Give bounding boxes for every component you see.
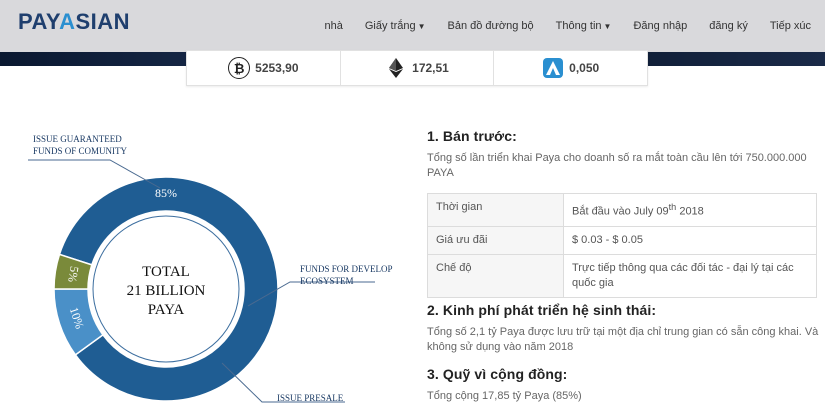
community-section: 3. Quỹ vì cộng đồng: Tổng cộng 17,85 tỷ … [427,366,819,404]
presale-title: 1. Bán trước: [427,128,517,144]
table-key: Giá ưu đãi [427,225,564,255]
community-desc: Tổng cộng 17,85 tỷ Paya (85%) [427,390,582,402]
btc-price: 5253,90 [255,61,299,75]
payasian-logo[interactable]: PAYASIAN [18,9,130,35]
nav-login-label: Đăng nhập [633,20,688,32]
nav-roadmap-label: Bản đồ đường bộ [447,20,534,32]
center-text-line3: PAYA [148,302,185,318]
ecosystem-title: 2. Kinh phí phát triển hệ sinh thái: [427,302,657,318]
caret-down-icon: ▼ [417,21,426,31]
presale-desc: Tổng số lần triển khai Paya cho doanh số… [427,152,807,179]
nav-login[interactable]: Đăng nhập [633,20,687,32]
label-ecosystem-line2: ECOSYSTEM [300,276,354,286]
nav-info-label: Thông tin [555,20,602,32]
table-key: Thời gian [427,193,564,227]
start-date-text: Bắt đầu vào July 09 [572,205,669,218]
ecosystem-desc: Tổng số 2,1 tỷ Paya được lưu trữ tại một… [427,326,819,353]
nav-roadmap[interactable]: Bản đồ đường bộ [448,20,534,32]
nav-contact-label: Tiếp xúc [769,20,811,32]
payasian-coin-icon [542,57,564,79]
table-row: Giá ưu đãi $ 0.03 - $ 0.05 [427,225,817,255]
ticker-btc: ₿ 5253,90 [187,51,341,85]
eth-price: 172,51 [412,61,449,75]
table-row: Thời gian Bắt đầu vào July 09th 2018 [427,193,817,227]
slice-community-label: 85% [155,186,177,200]
bitcoin-icon: ₿ [228,57,251,79]
nav-register[interactable]: đăng ký [709,20,748,32]
ticker-paya: 0,050 [494,51,647,85]
header: PAYASIAN nhà Giấy trắng ▼ Bản đồ đường bộ… [0,0,825,56]
token-distribution-chart: TOTAL 21 BILLION PAYA ISSUE GUARANTEED F… [0,120,400,413]
presale-table: Thời gian Bắt đầu vào July 09th 2018 Giá… [427,193,817,298]
community-title: 3. Quỹ vì cộng đồng: [427,366,568,382]
caret-down-icon: ▼ [603,21,612,31]
ecosystem-section: 2. Kinh phí phát triển hệ sinh thái: Tổn… [427,302,819,355]
ethereum-icon [385,57,407,79]
presale-section: 1. Bán trước: Tổng số lần triển khai Pay… [427,128,817,298]
nav-whitepaper-label: Giấy trắng [364,20,416,32]
paya-price: 0,050 [569,61,600,75]
nav-home[interactable]: nhà [324,20,342,32]
start-date-year: 2018 [676,205,704,218]
label-community-line2: FUNDS OF COMUNITY [33,146,128,156]
label-ecosystem-line1: FUNDS FOR DEVELOP [300,264,393,274]
logo-text-pay: PAY [18,9,60,34]
main-nav: nhà Giấy trắng ▼ Bản đồ đường bộ Thông ti… [302,0,811,52]
table-key: Chế độ [427,253,564,298]
center-text-line1: TOTAL [142,264,190,280]
price-ticker: ₿ 5253,90 172,51 0,050 [186,50,648,86]
nav-register-label: đăng ký [709,20,748,32]
table-value: $ 0.03 - $ 0.05 [563,225,817,255]
nav-contact[interactable]: Tiếp xúc [770,20,811,32]
table-value: Trực tiếp thông qua các đối tác - đại lý… [563,253,817,298]
slice-presale-label: 5% [65,265,81,283]
nav-info[interactable]: Thông tin ▼ [556,20,612,32]
label-presale: ISSUE PRESALE [277,393,344,403]
ticker-eth: 172,51 [341,51,495,85]
nav-whitepaper[interactable]: Giấy trắng ▼ [365,20,426,32]
center-text-line2: 21 BILLION [127,283,206,299]
nav-home-label: nhà [324,20,343,32]
logo-text-sian: SIAN [75,9,131,34]
logo-text-a: A [59,9,76,34]
table-value: Bắt đầu vào July 09th 2018 [563,193,817,227]
table-row: Chế độ Trực tiếp thông qua các đối tác -… [427,253,817,298]
label-community-line1: ISSUE GUARANTEED [33,134,122,144]
